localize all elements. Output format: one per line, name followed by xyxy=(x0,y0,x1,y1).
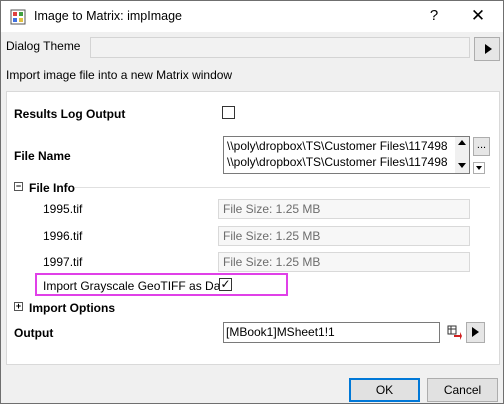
file-name-line: \\poly\dropbox\TS\Customer Files\117498 xyxy=(227,139,448,153)
results-log-label: Results Log Output xyxy=(14,107,126,121)
geotiff-checkbox[interactable]: ✓ xyxy=(219,278,232,291)
window-title: Image to Matrix: impImage xyxy=(34,9,182,23)
file-size-field: File Size: 1.25 MB xyxy=(218,199,470,219)
ok-button[interactable]: OK xyxy=(349,378,420,402)
play-arrow-icon xyxy=(485,44,492,54)
file-name-label: File Name xyxy=(14,149,71,163)
output-target-icon[interactable] xyxy=(445,323,463,342)
file-size-field: File Size: 1.25 MB xyxy=(218,226,470,246)
cancel-button[interactable]: Cancel xyxy=(427,378,498,402)
file-info-label: File Info xyxy=(29,181,75,195)
file-info-name: 1996.tif xyxy=(43,229,83,243)
dialog-theme-label: Dialog Theme xyxy=(6,39,81,53)
section-divider xyxy=(75,187,490,188)
help-button[interactable]: ? xyxy=(425,5,443,27)
file-info-name: 1995.tif xyxy=(43,202,83,216)
file-size-field: File Size: 1.25 MB xyxy=(218,252,470,272)
title-bar: Image to Matrix: impImage ? ✕ xyxy=(1,1,503,32)
output-menu-button[interactable] xyxy=(466,322,485,343)
app-icon xyxy=(10,9,26,25)
dialog-window: Image to Matrix: impImage ? ✕ Dialog The… xyxy=(0,0,504,404)
results-log-checkbox[interactable] xyxy=(222,106,235,119)
file-info-collapse-toggle[interactable]: − xyxy=(14,182,23,191)
geotiff-label: Import Grayscale GeoTIFF as Data xyxy=(43,279,231,293)
play-arrow-icon xyxy=(472,327,479,337)
file-name-line: \\poly\dropbox\TS\Customer Files\117498 xyxy=(227,155,448,169)
file-dropdown-button[interactable] xyxy=(473,162,485,174)
file-info-name: 1997.tif xyxy=(43,255,83,269)
import-options-expand-toggle[interactable]: + xyxy=(14,302,23,311)
file-name-list[interactable]: \\poly\dropbox\TS\Customer Files\117498 … xyxy=(223,136,470,174)
browse-button[interactable]: ... xyxy=(473,137,490,156)
file-list-scrollbar[interactable] xyxy=(455,137,469,173)
dialog-description: Import image file into a new Matrix wind… xyxy=(6,68,233,82)
import-options-label: Import Options xyxy=(29,301,115,315)
output-label: Output xyxy=(14,326,54,340)
scroll-down-icon[interactable] xyxy=(458,163,466,168)
dialog-theme-field[interactable] xyxy=(90,37,470,58)
close-button[interactable]: ✕ xyxy=(453,1,503,32)
scroll-up-icon[interactable] xyxy=(458,140,466,145)
dialog-theme-menu-button[interactable] xyxy=(474,37,500,61)
chevron-down-icon xyxy=(476,166,482,170)
output-input[interactable]: [MBook1]MSheet1!1 xyxy=(223,322,440,343)
